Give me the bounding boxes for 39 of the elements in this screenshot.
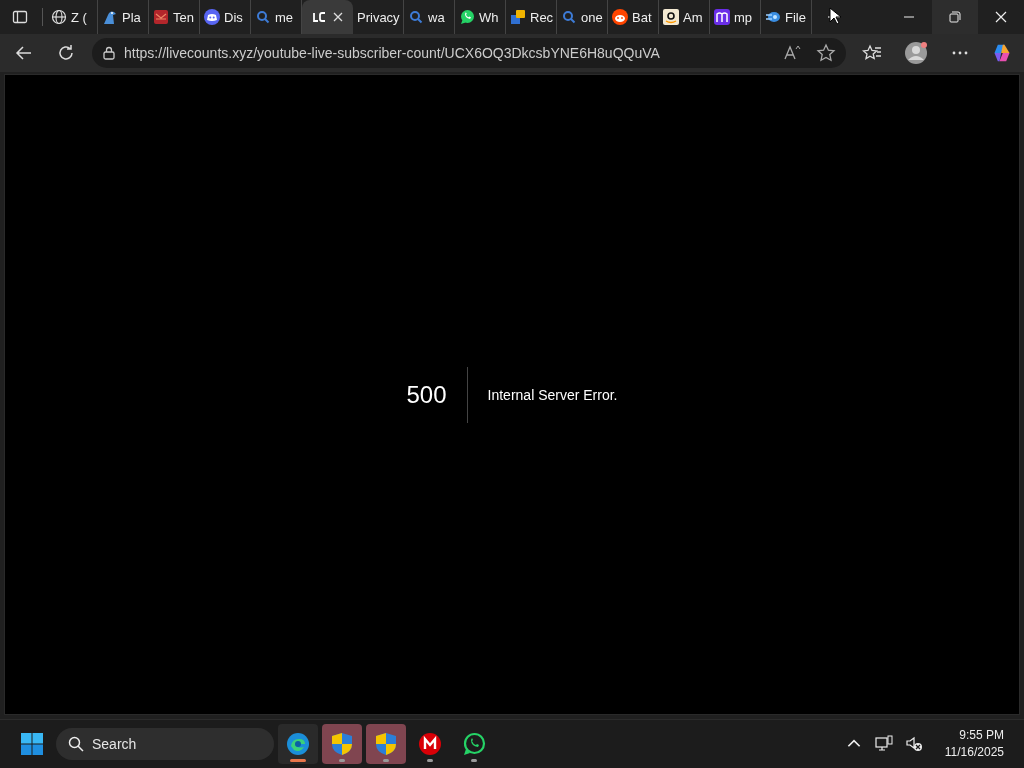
close-icon[interactable] [333,12,343,22]
shield-icon [374,732,398,756]
start-icon[interactable] [20,732,44,756]
mail-icon [153,9,169,25]
speaker-muted-icon[interactable] [904,735,923,753]
swirl-icon [765,9,781,25]
reddit-icon [612,9,628,25]
clock-date: 11/16/2025 [944,744,1004,761]
browser-tab[interactable] [302,0,353,34]
tab-actions-icon[interactable] [12,9,28,25]
restore-icon[interactable] [932,0,978,34]
star-icon[interactable] [816,43,836,63]
lock-icon [102,46,116,60]
logo-icon [312,9,328,25]
amazon-icon [663,9,679,25]
edge-icon [286,732,310,756]
url-text: https://livecounts.xyz/youtube-live-subscriber-count/UCX6OQ3DkcsbYNE6H8uQQuVA [124,45,661,61]
clock-time: 9:55 PM [959,727,1004,744]
search-icon [255,9,271,25]
m-logo-icon [714,9,730,25]
bird-icon [102,9,118,25]
mega-icon [418,732,442,756]
chat-icon [510,9,526,25]
error-message: Internal Server Error. [487,386,618,403]
cursor-icon [829,7,841,25]
clock[interactable]: 9:55 PM 11/16/2025 [944,727,1004,761]
search-icon [408,9,424,25]
discord-icon [204,9,220,25]
whatsapp-icon [459,9,475,25]
whatsapp-icon [462,732,486,756]
taskbar-app[interactable] [278,724,318,764]
search-icon [68,736,84,752]
shield-icon [330,732,354,756]
globe-icon [51,9,67,25]
search-field[interactable]: Search [56,728,274,760]
network-icon[interactable] [874,735,893,753]
search-icon [561,9,577,25]
address-bar[interactable]: https://livecounts.xyz/youtube-live-subscriber-count/UCX6OQ3DkcsbYNE6H8uQQuVA [92,38,846,68]
error-code: 500 [406,380,447,409]
